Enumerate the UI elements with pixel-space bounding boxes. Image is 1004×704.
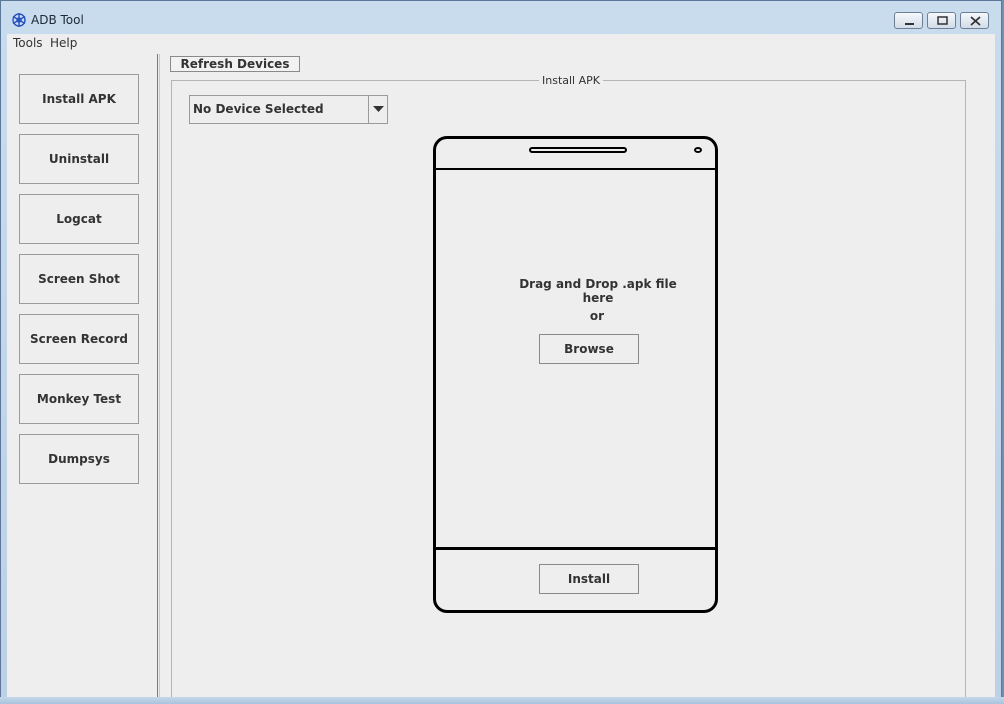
refresh-devices-button[interactable]: Refresh Devices [170,56,300,72]
close-button[interactable] [960,12,989,29]
menu-help[interactable]: Help [50,36,77,50]
split-divider-shadow [159,54,160,698]
app-icon [11,12,27,28]
dropdown-button[interactable] [368,96,387,123]
chevron-down-icon [373,106,384,112]
app-window: ADB Tool Tools Help Install APK Uninstal… [0,0,1002,702]
title-bar: ADB Tool [1,1,1001,34]
split-divider[interactable] [157,54,158,698]
or-label: or [589,309,605,323]
device-select[interactable]: No Device Selected [189,95,388,124]
restore-icon [937,16,948,25]
window-bottom-border [0,697,1004,704]
screen-shot-button[interactable]: Screen Shot [19,254,139,304]
phone-speaker-icon [529,147,627,153]
phone-top-bezel-line [436,168,715,170]
install-button[interactable]: Install [539,564,639,594]
phone-camera-icon [694,147,702,153]
close-icon [970,16,981,26]
phone-drop-zone[interactable] [433,136,718,613]
maximize-button[interactable] [927,12,956,29]
drop-instructions: Drag and Drop .apk file here [519,277,677,305]
install-apk-button[interactable]: Install APK [19,74,139,124]
device-select-value: No Device Selected [193,102,324,116]
uninstall-button[interactable]: Uninstall [19,134,139,184]
group-title: Install APK [539,74,603,87]
browse-button[interactable]: Browse [539,334,639,364]
minimize-button[interactable] [894,12,923,29]
monkey-test-button[interactable]: Monkey Test [19,374,139,424]
logcat-button[interactable]: Logcat [19,194,139,244]
screen-record-button[interactable]: Screen Record [19,314,139,364]
menu-bar: Tools Help [7,34,995,52]
client-area: Tools Help Install APK Uninstall Logcat … [7,34,995,700]
menu-tools[interactable]: Tools [13,36,43,50]
minimize-icon [905,23,914,25]
phone-bottom-bezel-line [433,547,718,550]
dumpsys-button[interactable]: Dumpsys [19,434,139,484]
window-title: ADB Tool [31,13,84,27]
